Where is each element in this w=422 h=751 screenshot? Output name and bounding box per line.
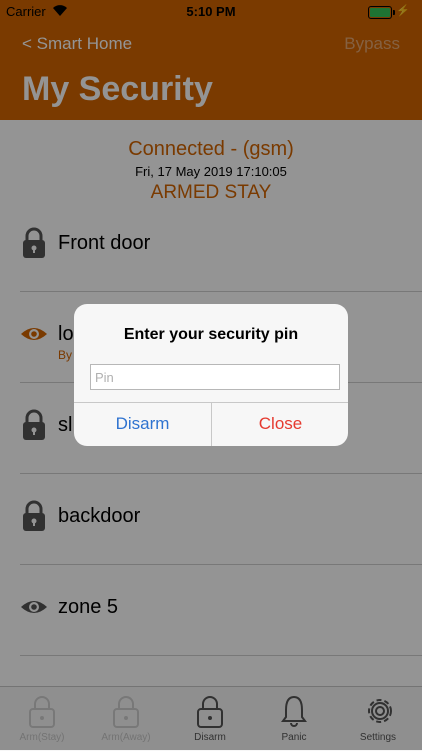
close-button[interactable]: Close: [212, 402, 348, 446]
pin-dialog: Enter your security pin Disarm Close: [74, 304, 348, 446]
disarm-button[interactable]: Disarm: [74, 402, 211, 446]
modal-overlay: Enter your security pin Disarm Close: [0, 0, 422, 750]
dialog-title: Enter your security pin: [123, 326, 299, 343]
pin-input[interactable]: [90, 364, 340, 390]
